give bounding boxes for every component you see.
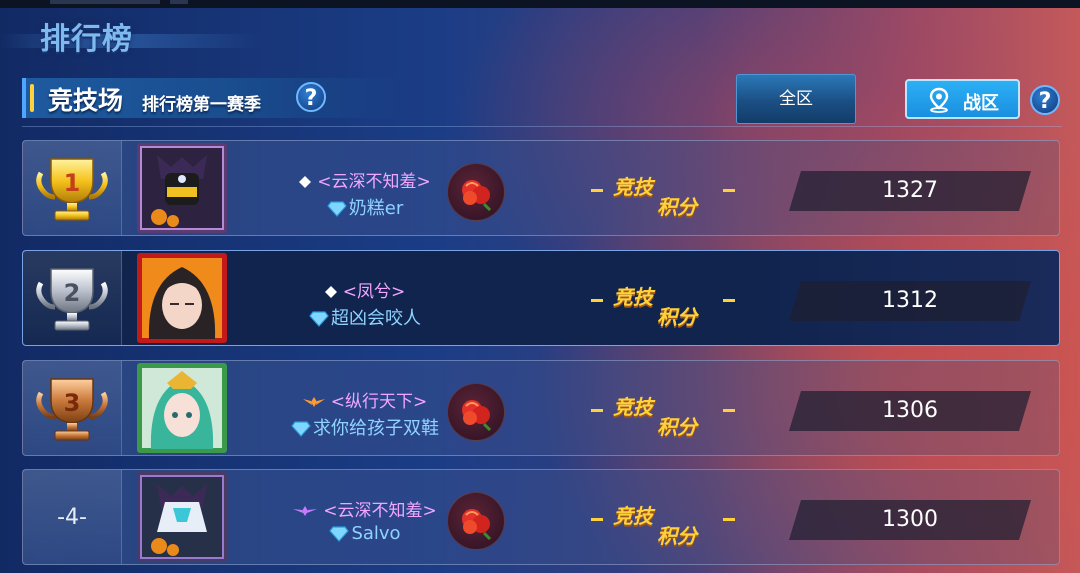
- season-subtitle: 排行榜第一赛季: [142, 95, 261, 115]
- location-pin-icon: [929, 87, 949, 113]
- ranking-row-4[interactable]: -4- <云深不知羞> Salvo 竞技 积分 1300: [22, 469, 1060, 565]
- player-name: Salvo: [255, 523, 475, 544]
- player-avatar[interactable]: [137, 472, 227, 562]
- zone-help-icon[interactable]: ?: [1030, 85, 1060, 115]
- bronze-trophy-icon: 3: [36, 378, 108, 441]
- score-box: 1306: [789, 391, 1031, 431]
- silver-trophy-icon: 2: [36, 268, 108, 331]
- avatar-portrait: [137, 363, 227, 453]
- player-avatar[interactable]: [137, 253, 227, 343]
- avatar-portrait: [137, 472, 227, 562]
- rank-cell: -4-: [23, 470, 122, 564]
- avatar-portrait: [137, 143, 227, 233]
- player-name-block: <纵行天下> 求你给孩子双鞋: [255, 387, 475, 440]
- tab-battle-zone[interactable]: 战区: [905, 79, 1020, 119]
- season-title: 竞技场: [48, 86, 124, 115]
- rose-icon[interactable]: [447, 492, 505, 550]
- white-diamond-icon: [299, 176, 312, 188]
- player-name-block: <凤兮> 超凶会咬人: [255, 277, 475, 330]
- svg-text:2: 2: [64, 279, 81, 307]
- svg-text:3: 3: [64, 389, 81, 417]
- score-box: 1300: [789, 500, 1031, 540]
- guild-name: <凤兮>: [255, 277, 475, 302]
- player-name: 奶糕er: [255, 194, 475, 220]
- rose-icon[interactable]: [447, 383, 505, 441]
- ranking-row-2[interactable]: 2 <凤兮> 超凶会咬人 竞技 积分 1312: [22, 250, 1060, 346]
- gold-trophy-icon: 1: [36, 158, 108, 221]
- player-avatar[interactable]: [137, 363, 227, 453]
- blue-diamond-icon: [326, 201, 347, 217]
- orange-wings-icon: [302, 397, 325, 407]
- rank-cell: 1: [23, 141, 122, 235]
- arena-score-label: 竞技 积分: [591, 169, 741, 219]
- season-help-icon[interactable]: ?: [296, 82, 326, 112]
- score-box: 1312: [789, 281, 1031, 321]
- header-divider: [22, 126, 1062, 127]
- rank-cell: 2: [23, 251, 122, 345]
- season-banner: 竞技场 排行榜第一赛季: [22, 78, 406, 118]
- arena-score-label: 竞技 积分: [591, 389, 741, 439]
- score-value: 1306: [882, 398, 938, 423]
- player-name-block: <云深不知羞> 奶糕er: [255, 167, 475, 220]
- rank-cell: 3: [23, 361, 122, 455]
- arena-score-label: 竞技 积分: [591, 279, 741, 329]
- rank-number: -4-: [57, 505, 87, 530]
- guild-name: <云深不知羞>: [255, 496, 475, 521]
- top-strip: [0, 0, 1080, 8]
- banner-marker: [30, 84, 34, 112]
- player-avatar[interactable]: [137, 143, 227, 233]
- tab-battle-zone-label: 战区: [963, 93, 999, 114]
- blue-diamond-icon: [329, 526, 350, 542]
- blue-diamond-icon: [309, 311, 329, 327]
- guild-name: <纵行天下>: [255, 387, 475, 412]
- rose-icon[interactable]: [447, 163, 505, 221]
- score-value: 1327: [882, 178, 938, 203]
- guild-name: <云深不知羞>: [255, 167, 475, 192]
- blue-diamond-icon: [291, 421, 311, 437]
- player-name-block: <云深不知羞> Salvo: [255, 496, 475, 544]
- white-diamond-icon: [324, 286, 337, 298]
- purple-wings-icon: [293, 506, 318, 516]
- page-title: 排行榜: [40, 22, 133, 57]
- score-value: 1300: [882, 507, 938, 532]
- player-name: 求你给孩子双鞋: [255, 414, 475, 440]
- player-name: 超凶会咬人: [255, 304, 475, 330]
- arena-score-label: 竞技 积分: [591, 498, 741, 548]
- ranking-row-3[interactable]: 3 <纵行天下> 求你给孩子双鞋 竞技 积分 1306: [22, 360, 1060, 456]
- score-value: 1312: [882, 288, 938, 313]
- svg-text:1: 1: [64, 169, 81, 197]
- score-box: 1327: [789, 171, 1031, 211]
- avatar-portrait: [137, 253, 227, 343]
- ranking-row-1[interactable]: 1 <云深不知羞> 奶糕er 竞技 积分 1327: [22, 140, 1060, 236]
- tab-all-region[interactable]: 全区: [736, 74, 856, 124]
